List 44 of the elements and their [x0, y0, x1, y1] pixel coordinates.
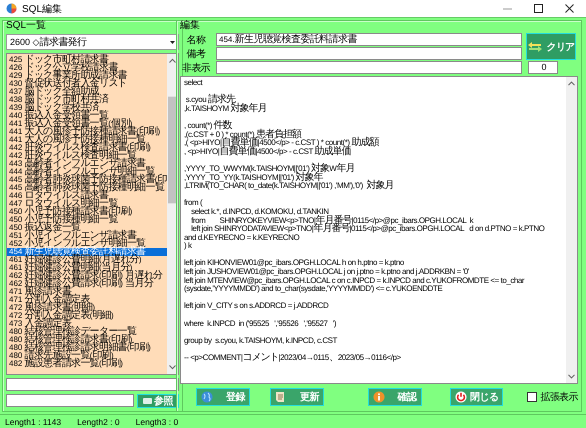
list-item[interactable]: 442 肝炎ウイルス検査請求書(印刷): [7, 144, 167, 152]
group-label: 編集: [180, 20, 201, 31]
status-text: Length1 : 1143: [5, 416, 62, 426]
scrollbar[interactable]: [566, 77, 577, 383]
list-item[interactable]: 450 小児予防接種請求書(印刷): [7, 208, 167, 216]
info-icon: [372, 391, 385, 403]
list-item[interactable]: 472 分割入金調定表(明細): [7, 312, 167, 320]
list-item[interactable]: 445 高齢者肺炎球菌予防接種請求書(印: [7, 176, 167, 184]
text-field[interactable]: [216, 61, 522, 74]
group-label: SQL一覧: [6, 20, 48, 31]
list-item[interactable]: 471 分割入金調定表: [7, 296, 167, 304]
status-text: Length3 : 0: [136, 416, 178, 426]
status-text: Length2 : 0: [77, 416, 120, 426]
scroll-icon: [274, 391, 286, 403]
input-field[interactable]: [6, 378, 179, 391]
checkbox-label: 拡張表示: [540, 390, 578, 404]
document-icon: [142, 397, 152, 405]
category-dropdown[interactable]: 2600 ◇請求書発行: [6, 34, 179, 50]
globe-icon: [201, 391, 213, 403]
checkbox[interactable]: [527, 392, 538, 402]
field-label: 名称: [186, 34, 206, 46]
list-item[interactable]: 480 結核管理検診請求明細書(印刷): [7, 344, 167, 352]
power-icon: [454, 391, 467, 403]
maximize-icon[interactable]: [534, 4, 543, 13]
list-item[interactable]: 482 施設患者請求一覧(印刷): [7, 360, 167, 368]
list-item[interactable]: 461 妊婦健診公費明細(月遅れ分): [7, 256, 167, 264]
arrows-icon: [527, 40, 544, 52]
list-item[interactable]: 438 脳ドック市町村共済: [7, 96, 167, 104]
input-field[interactable]: [6, 394, 134, 407]
sql-editor[interactable]: select s.cyou 請求先 ,k.TAISHOYM 対象年月 , count(*) 件数 ,(c.CST + 0 ) * count(*) 患者負担額 ,( <p>HIYO|自費単価|4500</p> - c.CST ) * count(*) 助成額 , <p>HIYO|自費単価|4500</p> - c.CST 助成単価 ,YYYY_TO_WWYM(k.TAISHOYM||'01') 対象W年月 ,YYYY_TO_YY(k.TAISHOYM||'01') 対象年 ,LTRIM(TO_CHAR( to_date(k.TAISHOYM||'01') ,'MM'),'0') 対象月 from ( select k.*, d.INPCD, d.KOMOKU, d.TANKIN from SHINRYOKEYVIEW<p>TNO|年月番号|0115</p>@pc_ibars.OPGH.LOCAL k left join SHINRYODATAVIEW<p>TNO|年月番号|0115</p>@pc_ibars.OPGH.LOCAL d on d.PTNO = k.PTNO and d.KEYRECNO = k.KEYRECNO ) k left join KIHONVIEW01@pc_ibars.OPGH.LOCAL h on h.ptno = k.ptno left join JUSHOVIEW01@pc_ibars.OPGH.LOCAL j on j.ptno = k.ptno and j.ADDRKBN = '0' left join MTENVIEW@pc_ibars.OPGH.LOCAL c on c.INPCD = k.INPCD and c.YUKOFROMDTE <= to_char (sysdate,'YYYYMMDD') and to_char(sysdate,'YYYYMMDD') <= c.YUKOENDDTE left join V_CITY s on s.ADDRCD = j.ADDRCD where k.INPCD in ('95525 ','95526 ','95527 ') group by s.cyou, k.TAISHOYM, k.INPCD, c.CST -- <p>COMMENT|コメント|2023/04→0115、2023/05→0116</p>: [180, 76, 578, 384]
list-item[interactable]: 462 妊婦健診公費請求(印刷) 当月分: [7, 280, 167, 288]
list-item[interactable]: 445 高齢者肺炎球菌予防接種明細一覧: [7, 184, 167, 192]
list-item[interactable]: 441 大人の風疹予防接種請求書(印刷): [7, 128, 167, 136]
scrollbar[interactable]: [166, 54, 178, 374]
field-label: 備考: [186, 48, 207, 60]
app-icon: [6, 3, 17, 14]
window-title: SQL編集: [22, 2, 62, 16]
caret-icon: [170, 40, 175, 44]
field-label: 非表示: [180, 62, 212, 74]
text-field[interactable]: [216, 47, 522, 60]
count-field[interactable]: 0: [528, 61, 558, 74]
list-item[interactable]: 430 督促状送付者入金リスト: [7, 80, 167, 88]
minimize-icon[interactable]: [503, 8, 512, 10]
close-icon[interactable]: [565, 4, 574, 13]
